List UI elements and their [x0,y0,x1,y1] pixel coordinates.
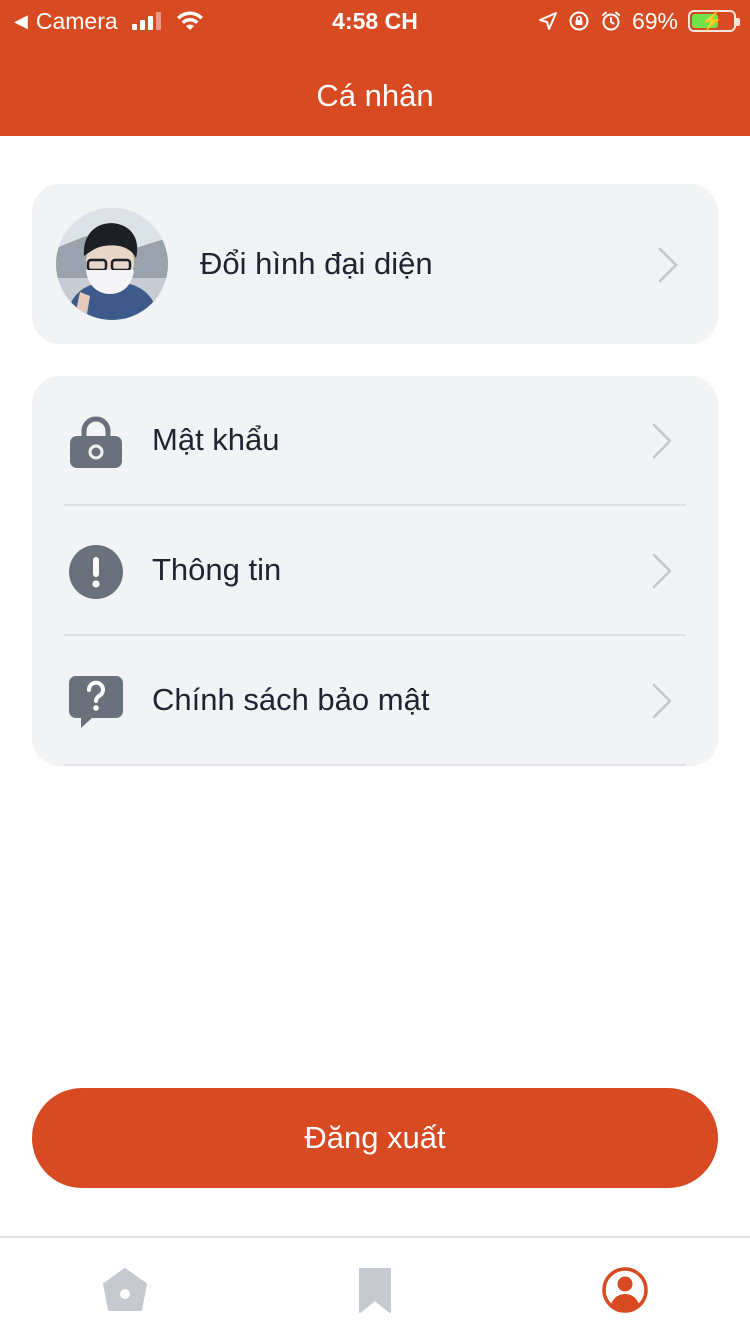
menu-item-privacy-policy[interactable]: Chính sách bảo mật [32,636,718,766]
alarm-icon [601,11,620,31]
settings-menu-card: Mật khẩu Thông tin Chính sách bảo mật [32,376,718,766]
chevron-right-icon [652,423,672,459]
app-header: ◀ Camera 4:58 CH 69% ⚡ Cá nhân [0,0,750,136]
battery-percent: 69% [631,8,678,34]
rotation-lock-icon [569,11,589,31]
chevron-right-icon [658,247,678,283]
page-title: Cá nhân [316,78,434,113]
info-exclamation-icon [69,545,123,599]
avatar[interactable] [56,208,168,320]
location-arrow-icon [538,12,557,30]
status-bar: ◀ Camera 4:58 CH 69% ⚡ [0,0,750,42]
bottom-tab-bar [0,1236,750,1334]
change-avatar-label[interactable]: Đổi hình đại diện [200,240,433,288]
status-right: 69% ⚡ [538,0,740,42]
charging-bolt-icon: ⚡ [700,11,724,31]
menu-item-label: Mật khẩu [152,422,280,457]
bookmark-icon[interactable] [351,1266,399,1314]
avatar-photo [56,208,168,320]
logout-button[interactable]: Đăng xuất [32,1088,718,1188]
menu-item-label: Thông tin [152,552,282,587]
menu-item-label: Chính sách bảo mật [152,682,430,717]
chevron-right-icon [652,683,672,719]
menu-item-password[interactable]: Mật khẩu [32,376,718,506]
battery-icon: ⚡ [688,10,740,32]
lock-icon [70,416,122,468]
user-profile-icon[interactable] [601,1266,649,1314]
chevron-right-icon [652,553,672,589]
question-chat-icon [69,676,123,728]
change-avatar-card[interactable]: Đổi hình đại diện [32,184,718,344]
home-icon[interactable] [101,1266,149,1314]
profile-screen: ◀ Camera 4:58 CH 69% ⚡ Cá nhân Đổi hình … [0,0,750,1334]
menu-item-info[interactable]: Thông tin [32,506,718,636]
divider [64,764,686,766]
